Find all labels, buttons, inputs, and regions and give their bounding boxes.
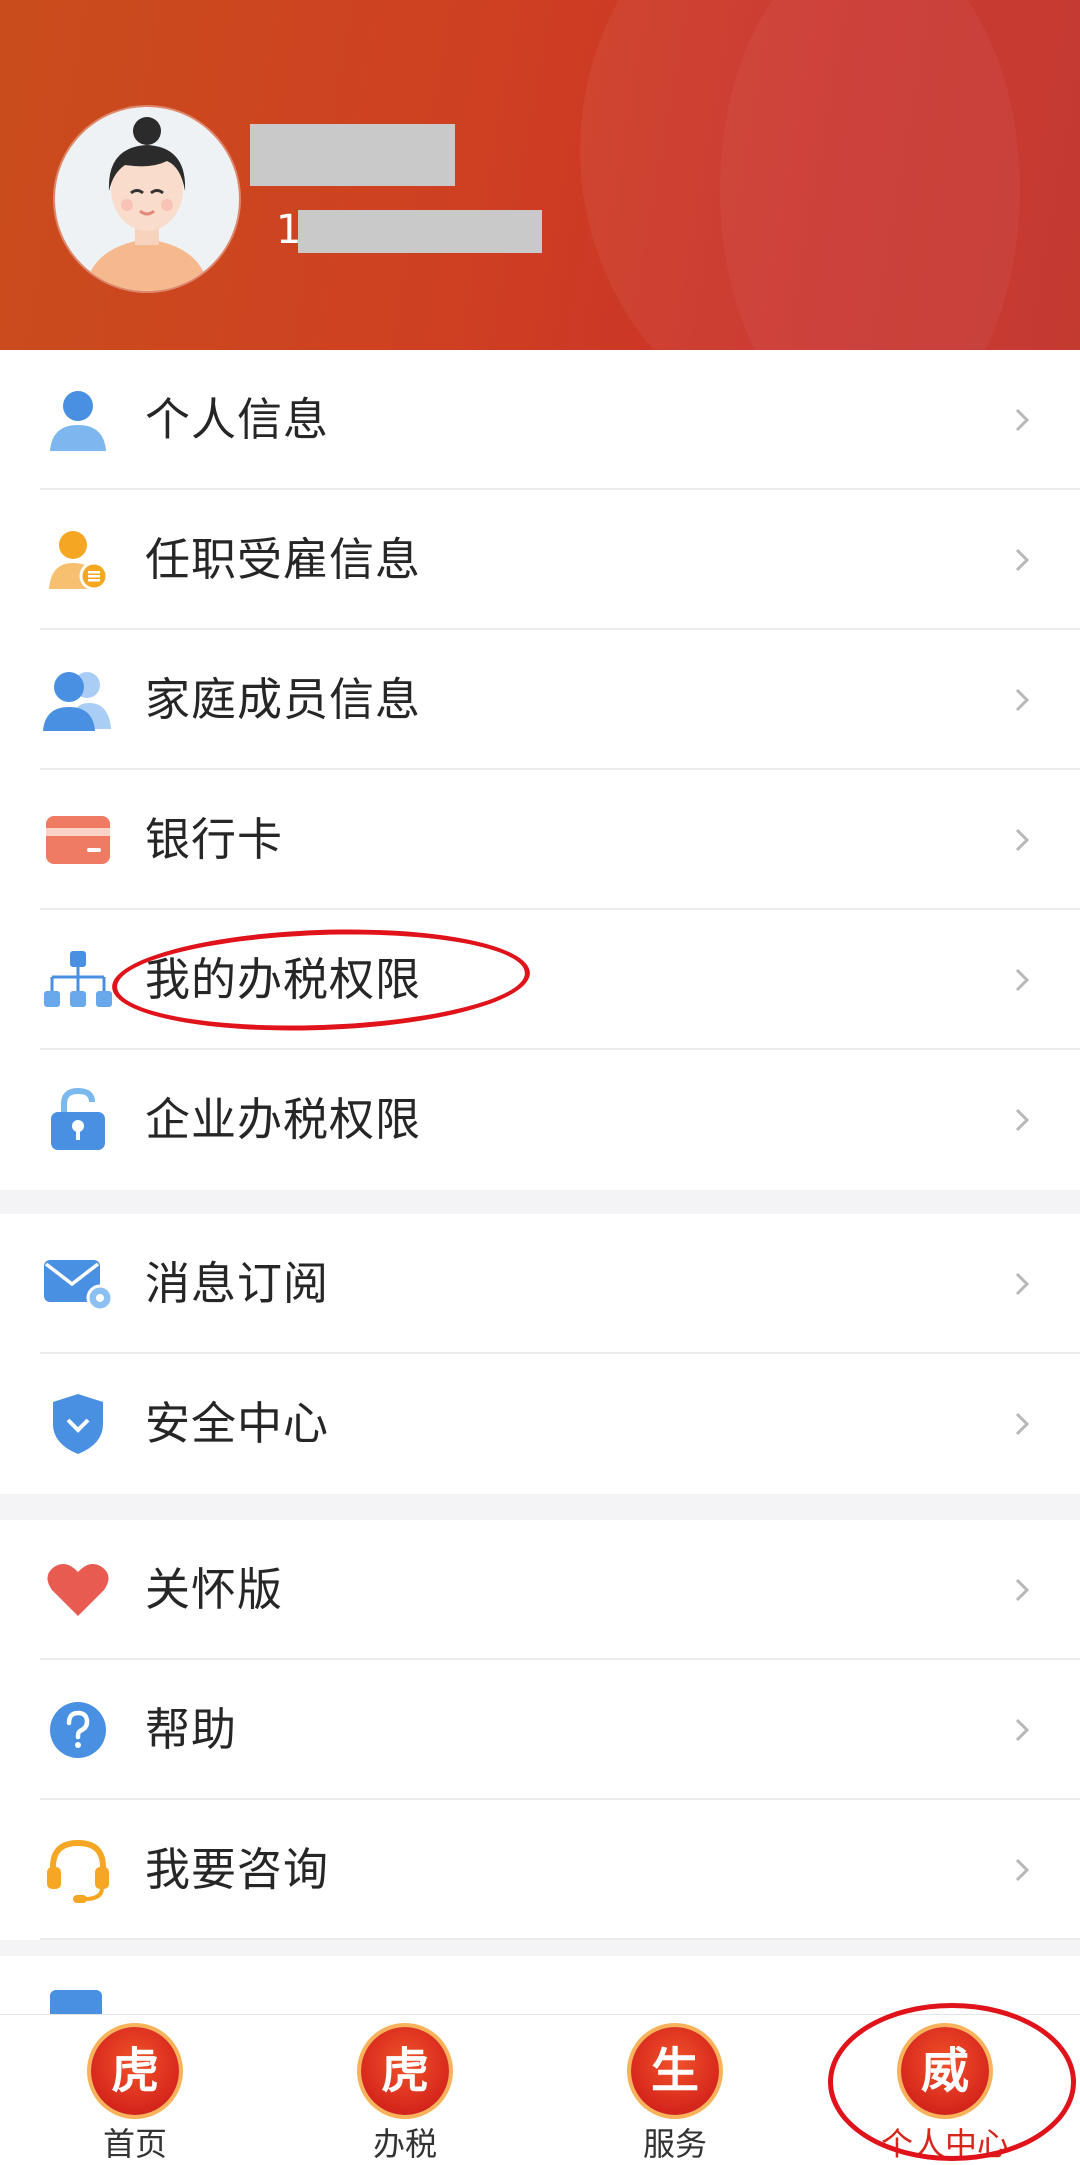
profile-header: 1 bbox=[0, 0, 1080, 350]
menu-item-message-subscription[interactable]: 消息订阅 bbox=[0, 1214, 1080, 1354]
menu-item-label: 任职受雇信息 bbox=[145, 533, 422, 586]
tab-badge-icon: 虎 bbox=[91, 2027, 179, 2115]
menu-item-bank-card[interactable]: 银行卡 bbox=[0, 770, 1080, 910]
help-icon bbox=[40, 1696, 116, 1764]
chevron-right-icon bbox=[1015, 408, 1030, 432]
tab-badge-icon: 威 bbox=[901, 2027, 989, 2115]
avatar-illustration bbox=[55, 107, 239, 291]
tab-label: 个人中心 bbox=[880, 2125, 1009, 2163]
menu-group-messages: 消息订阅 安全中心 bbox=[0, 1214, 1080, 1494]
org-tree-icon bbox=[40, 946, 116, 1014]
family-icon bbox=[40, 666, 116, 734]
divider bbox=[40, 1938, 1080, 1940]
shield-icon bbox=[40, 1390, 116, 1458]
menu-item-label: 企业办税权限 bbox=[145, 1093, 422, 1146]
bottom-tab-bar: 虎 首页 虎 办税 生 服务 威 个人中心 bbox=[0, 2014, 1080, 2165]
chevron-right-icon bbox=[1015, 548, 1030, 572]
menu-item-my-tax-permission[interactable]: 我的办税权限 bbox=[0, 910, 1080, 1050]
menu-item-care-mode[interactable]: 关怀版 bbox=[0, 1520, 1080, 1660]
chevron-right-icon bbox=[1015, 688, 1030, 712]
menu-item-label: 我的办税权限 bbox=[145, 953, 422, 1006]
menu-item-label: 关怀版 bbox=[145, 1563, 284, 1616]
tab-badge-icon: 虎 bbox=[361, 2027, 449, 2115]
menu-item-employment-info[interactable]: 任职受雇信息 bbox=[0, 490, 1080, 630]
menu-item-label: 消息订阅 bbox=[145, 1257, 330, 1310]
bank-card-icon bbox=[40, 806, 116, 874]
menu-group-support: 关怀版 帮助 我要咨询 bbox=[0, 1520, 1080, 1940]
menu-item-help[interactable]: 帮助 bbox=[0, 1660, 1080, 1800]
menu-group-account: 个人信息 任职受雇信息 家庭成员信息 银行卡 我的办税权限 企业办税权限 bbox=[0, 350, 1080, 1190]
chevron-right-icon bbox=[1015, 1858, 1030, 1882]
tab-personal-center[interactable]: 威 个人中心 bbox=[810, 2015, 1080, 2165]
chevron-right-icon bbox=[1015, 968, 1030, 992]
mail-settings-icon bbox=[40, 1250, 116, 1318]
name-redaction bbox=[250, 124, 455, 186]
menu-item-label: 银行卡 bbox=[145, 813, 284, 866]
menu-item-security-center[interactable]: 安全中心 bbox=[0, 1354, 1080, 1494]
person-icon bbox=[40, 386, 116, 454]
menu-item-label: 安全中心 bbox=[145, 1397, 330, 1450]
headset-icon bbox=[40, 1836, 116, 1904]
chevron-right-icon bbox=[1015, 1108, 1030, 1132]
phone-redaction bbox=[298, 210, 542, 253]
tab-services[interactable]: 生 服务 bbox=[540, 2015, 810, 2165]
chevron-right-icon bbox=[1015, 1578, 1030, 1602]
menu-item-label: 我要咨询 bbox=[145, 1843, 330, 1896]
menu-item-label: 家庭成员信息 bbox=[145, 673, 422, 726]
header-decoration-2 bbox=[720, 0, 1020, 350]
menu-item-personal-info[interactable]: 个人信息 bbox=[0, 350, 1080, 490]
menu-item-consult[interactable]: 我要咨询 bbox=[0, 1800, 1080, 1940]
tab-tax[interactable]: 虎 办税 bbox=[270, 2015, 540, 2165]
partial-item-icon bbox=[50, 1990, 102, 2014]
tab-label: 首页 bbox=[102, 2125, 167, 2163]
chevron-right-icon bbox=[1015, 1272, 1030, 1296]
menu-item-label: 个人信息 bbox=[145, 393, 330, 446]
unlock-icon bbox=[40, 1086, 116, 1154]
employee-card-icon bbox=[40, 526, 116, 594]
tab-label: 服务 bbox=[642, 2125, 707, 2163]
menu-item-partial[interactable] bbox=[0, 1956, 1080, 2014]
avatar[interactable] bbox=[55, 107, 239, 291]
chevron-right-icon bbox=[1015, 1412, 1030, 1436]
chevron-right-icon bbox=[1015, 1718, 1030, 1742]
heart-icon bbox=[40, 1556, 116, 1624]
tab-badge-icon: 生 bbox=[631, 2027, 719, 2115]
menu-item-enterprise-tax-permission[interactable]: 企业办税权限 bbox=[0, 1050, 1080, 1190]
tab-home[interactable]: 虎 首页 bbox=[0, 2015, 270, 2165]
menu-item-label: 帮助 bbox=[145, 1703, 238, 1756]
tab-label: 办税 bbox=[372, 2125, 437, 2163]
menu-item-family-info[interactable]: 家庭成员信息 bbox=[0, 630, 1080, 770]
chevron-right-icon bbox=[1015, 828, 1030, 852]
